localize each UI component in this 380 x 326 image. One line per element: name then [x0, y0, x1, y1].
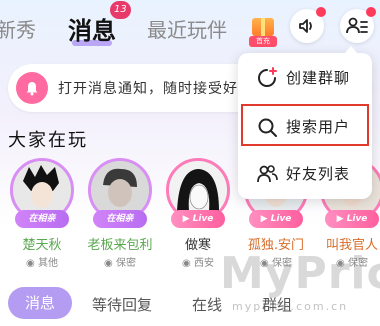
user-list-icon: [346, 17, 368, 34]
gift-icon: [252, 18, 274, 36]
status-badge: 在相亲: [93, 210, 147, 228]
section-title-playing: 大家在玩: [8, 130, 88, 151]
status-badge: ▶ Live: [171, 210, 225, 228]
user-card[interactable]: 在相亲 楚天秋 ◉ 其他: [8, 158, 84, 270]
tab-recent-playmates[interactable]: 最近玩伴: [147, 14, 227, 43]
messages-count-badge: 13: [110, 1, 131, 19]
gift-label: 首充: [249, 36, 277, 47]
menu-item-friends-list[interactable]: 好友列表: [238, 153, 372, 193]
status-badge: ▶ Live: [249, 210, 303, 228]
speaker-button[interactable]: [290, 7, 326, 43]
tab-messages[interactable]: 消息: [68, 11, 116, 46]
tab-waiting-reply[interactable]: 等待回复: [92, 294, 152, 315]
top-nav: 新秀 消息 13 最近玩伴 首充: [0, 0, 380, 58]
contacts-notification-dot: [366, 7, 376, 17]
create-group-icon: [258, 67, 277, 87]
menu-label: 创建群聊: [286, 69, 351, 87]
first-recharge-gift[interactable]: 首充: [249, 14, 277, 47]
bell-icon: [16, 72, 48, 104]
tab-online[interactable]: 在线: [192, 294, 222, 315]
user-location: ◉ 其他: [26, 258, 58, 269]
tab-messages-list[interactable]: 消息: [8, 287, 72, 319]
watermark-url: myprice.com.cn: [232, 300, 349, 313]
contacts-menu-button[interactable]: [340, 7, 376, 43]
menu-item-create-group[interactable]: 创建群聊: [238, 57, 372, 97]
user-location: ◉ 保密: [104, 258, 136, 269]
user-name: 楚天秋: [22, 238, 62, 253]
tab-new[interactable]: 新秀: [0, 14, 36, 43]
speaker-icon: [299, 19, 312, 33]
friends-icon: [257, 165, 278, 183]
watermark: MyPrice: [220, 248, 380, 299]
speaker-notification-dot: [316, 7, 326, 17]
status-badge: ▶ Live: [325, 210, 379, 228]
user-name: 老板来包利: [87, 238, 153, 253]
user-card[interactable]: 在相亲 老板来包利 ◉ 保密: [86, 158, 162, 270]
menu-label: 好友列表: [286, 165, 351, 183]
search-user-highlight-box: [241, 104, 369, 146]
status-badge: 在相亲: [15, 210, 69, 228]
